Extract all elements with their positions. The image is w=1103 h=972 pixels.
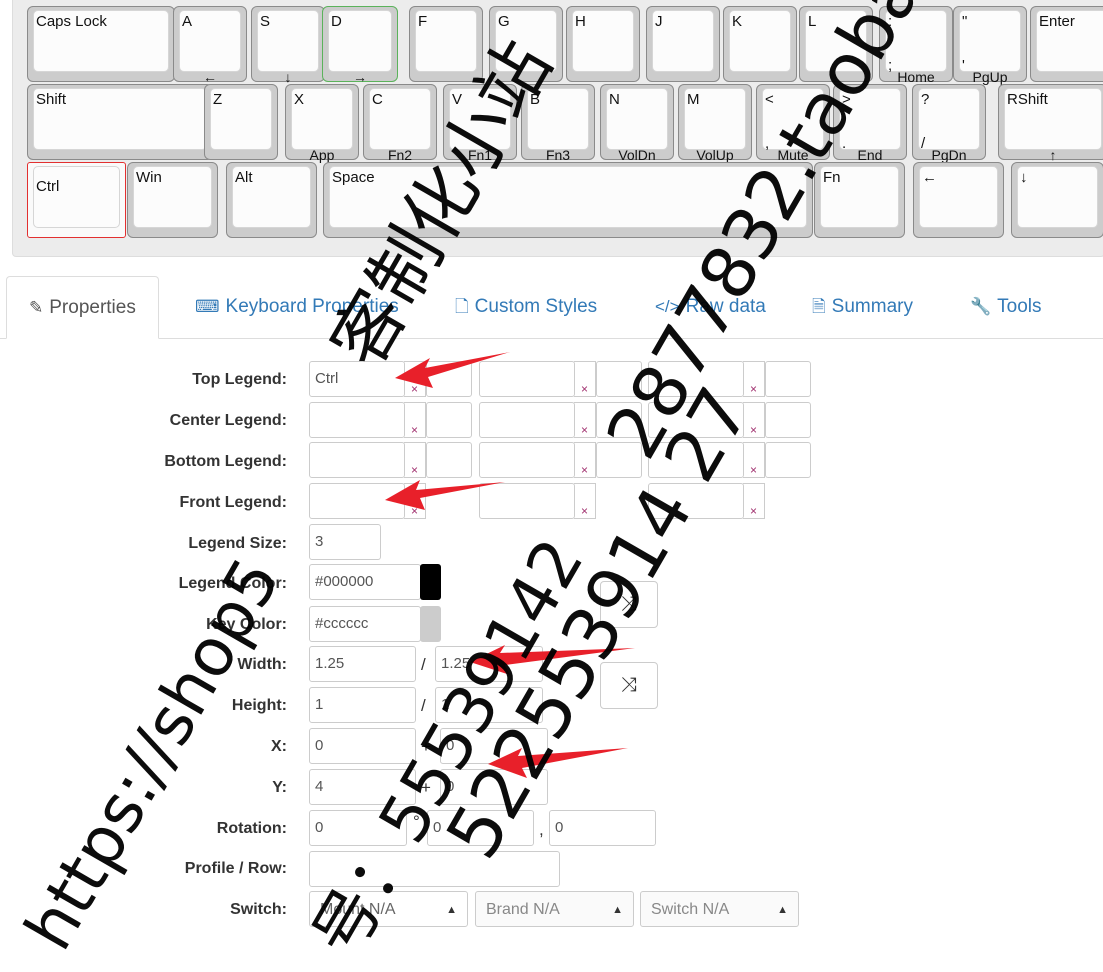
annotation-arrow	[385, 480, 505, 510]
annotation-arrow	[395, 352, 510, 388]
